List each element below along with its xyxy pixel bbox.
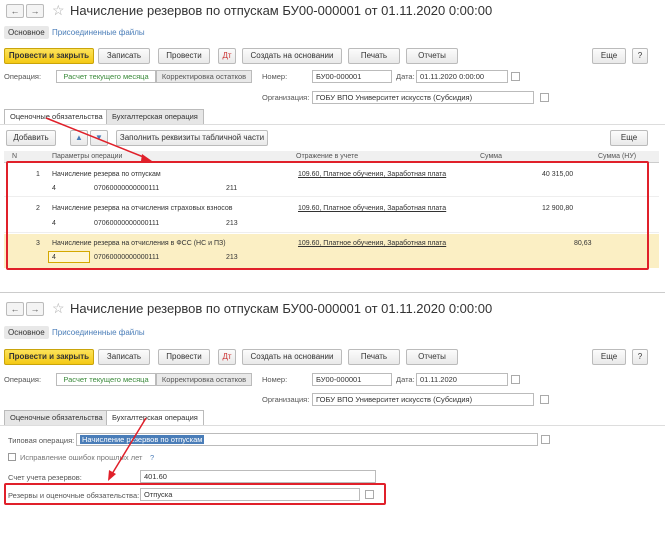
annotation-arrow-bottom bbox=[108, 417, 147, 481]
annotation-arrow-top bbox=[45, 117, 152, 161]
